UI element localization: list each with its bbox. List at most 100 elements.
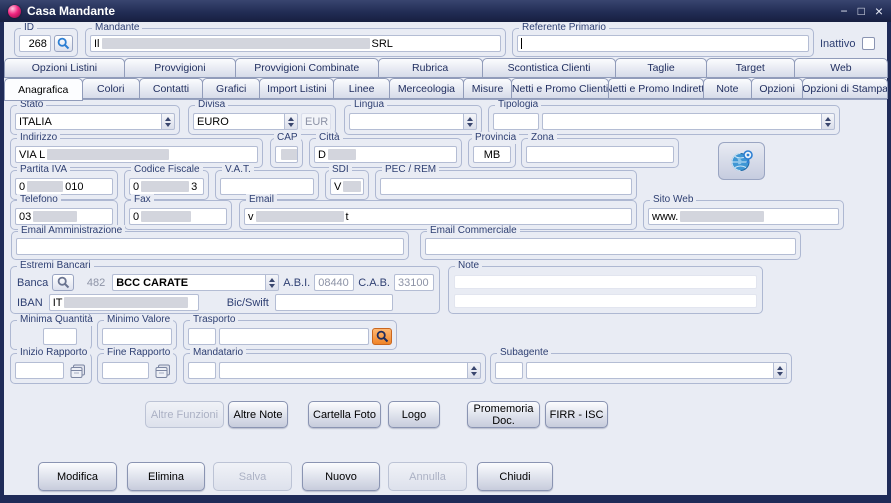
provincia-group: Provincia MB xyxy=(468,138,516,168)
nuovo-button[interactable]: Nuovo xyxy=(302,462,380,491)
fine-rapporto-input[interactable] xyxy=(102,362,149,379)
mandatario-label: Mandatario xyxy=(190,347,246,359)
tab-netti-e-promo-indiretti[interactable]: Netti e Promo Indiretti xyxy=(608,78,704,99)
annulla-button[interactable]: Annulla xyxy=(388,462,467,491)
tab-netti-e-promo-clienti[interactable]: Netti e Promo Clienti xyxy=(511,78,609,99)
citta-input[interactable]: D xyxy=(314,146,457,163)
tab-scontistica-clienti[interactable]: Scontistica Clienti xyxy=(482,58,617,78)
lingua-select[interactable] xyxy=(349,113,477,130)
map-button[interactable] xyxy=(718,142,765,180)
spinner-icon[interactable] xyxy=(773,362,787,379)
close-icon[interactable]: × xyxy=(875,5,883,17)
spinner-icon[interactable] xyxy=(821,113,835,130)
tab-rubrica[interactable]: Rubrica xyxy=(378,58,483,78)
minimo-valore-input[interactable] xyxy=(102,328,172,345)
calendar-icon xyxy=(70,364,85,378)
tab-misure[interactable]: Misure xyxy=(463,78,512,99)
subagente-select[interactable] xyxy=(526,362,787,379)
salva-button[interactable]: Salva xyxy=(213,462,292,491)
tab-taglie[interactable]: Taglie xyxy=(615,58,706,78)
tab-colori[interactable]: Colori xyxy=(82,78,140,99)
spinner-icon[interactable] xyxy=(265,274,279,291)
promemoria-doc-button[interactable]: Promemoria Doc. xyxy=(467,401,540,428)
tab-linee[interactable]: Linee xyxy=(333,78,390,99)
email-amministrazione-input[interactable] xyxy=(16,238,404,255)
email-input[interactable]: v t xyxy=(244,208,632,225)
vat-input[interactable] xyxy=(220,178,314,195)
iban-input[interactable]: IT xyxy=(49,294,199,311)
bic-swift-input[interactable] xyxy=(275,294,393,311)
stato-select[interactable]: ITALIA xyxy=(15,113,175,130)
email-commerciale-input[interactable] xyxy=(425,238,796,255)
trasporto-input[interactable] xyxy=(219,328,369,345)
tab-contatti[interactable]: Contatti xyxy=(139,78,203,99)
tab-opzioni-listini[interactable]: Opzioni Listini xyxy=(4,58,125,78)
tab-merceologia[interactable]: Merceologia xyxy=(389,78,464,99)
spinner-icon[interactable] xyxy=(161,113,175,130)
altre-funzioni-button[interactable]: Altre Funzioni xyxy=(145,401,224,428)
banca-select[interactable]: BCC CARATE xyxy=(112,274,279,291)
tab-opzioni[interactable]: Opzioni xyxy=(751,78,803,99)
tab-target[interactable]: Target xyxy=(706,58,795,78)
subagente-code-input[interactable] xyxy=(495,362,523,379)
tab-web[interactable]: Web xyxy=(794,58,888,78)
firr-isc-button[interactable]: FIRR - ISC xyxy=(545,401,608,428)
fax-input[interactable]: 0 xyxy=(129,208,227,225)
tab-note[interactable]: Note xyxy=(703,78,752,99)
altre-note-button[interactable]: Altre Note xyxy=(228,401,288,428)
note-textarea[interactable] xyxy=(454,275,757,289)
zona-input[interactable] xyxy=(526,146,674,163)
modifica-button[interactable]: Modifica xyxy=(38,462,117,491)
tab-anagrafica[interactable]: Anagrafica xyxy=(4,78,83,101)
sdi-input[interactable]: V 9 xyxy=(330,178,364,195)
email-suffix: t xyxy=(346,211,349,223)
trasporto-search-button[interactable] xyxy=(372,328,392,345)
provincia-input[interactable]: MB xyxy=(473,146,511,163)
note-textarea-row[interactable] xyxy=(454,294,757,308)
tab-opzioni-di-stampa[interactable]: Opzioni di Stampa xyxy=(802,78,888,99)
spinner-icon[interactable] xyxy=(284,113,298,130)
spinner-icon[interactable] xyxy=(463,113,477,130)
cartella-foto-button[interactable]: Cartella Foto xyxy=(308,401,381,428)
tab-provvigioni[interactable]: Provvigioni xyxy=(124,58,236,78)
mandatario-select[interactable] xyxy=(219,362,481,379)
inizio-rapporto-calendar-button[interactable] xyxy=(67,362,87,379)
divisa-select[interactable]: EURO xyxy=(193,113,298,130)
minima-quantita-input[interactable] xyxy=(43,328,77,345)
fine-rapporto-calendar-button[interactable] xyxy=(152,362,172,379)
pec-input[interactable] xyxy=(380,178,632,195)
tipologia-select[interactable] xyxy=(542,113,835,130)
banca-search-button[interactable] xyxy=(52,274,74,291)
maximize-icon[interactable]: □ xyxy=(858,5,865,17)
cap-input[interactable] xyxy=(275,146,298,163)
codice-fiscale-input[interactable]: 0 3 xyxy=(129,178,204,195)
partita-iva-input[interactable]: 0 010 xyxy=(15,178,113,195)
cab-input[interactable]: 33100 xyxy=(394,274,434,291)
spinner-icon[interactable] xyxy=(467,362,481,379)
email-label: Email xyxy=(246,194,277,206)
logo-button[interactable]: Logo xyxy=(388,401,440,428)
id-group: ID 268 xyxy=(14,28,78,57)
abi-input[interactable]: 08440 xyxy=(314,274,354,291)
redaction-block xyxy=(281,149,298,160)
chiudi-button[interactable]: Chiudi xyxy=(477,462,553,491)
minimize-icon[interactable]: − xyxy=(841,5,848,17)
telefono-input[interactable]: 03 xyxy=(15,208,113,225)
sito-web-input[interactable]: www. xyxy=(648,208,839,225)
tipologia-code-input[interactable] xyxy=(493,113,539,130)
id-search-button[interactable] xyxy=(54,35,73,52)
elimina-button[interactable]: Elimina xyxy=(127,462,205,491)
referente-primario-input[interactable] xyxy=(517,35,809,52)
tab-provvigioni-combinate[interactable]: Provvigioni Combinate xyxy=(235,58,379,78)
telefono-value: 03 xyxy=(19,211,31,223)
title-bar: Casa Mandante − □ × xyxy=(0,0,891,22)
id-input[interactable]: 268 xyxy=(19,35,51,52)
mandatario-code-input[interactable] xyxy=(188,362,216,379)
inizio-rapporto-input[interactable] xyxy=(15,362,64,379)
trasporto-code-input[interactable] xyxy=(188,328,216,345)
tab-import-listini[interactable]: Import Listini xyxy=(259,78,334,99)
tab-grafici[interactable]: Grafici xyxy=(202,78,260,99)
inattivo-checkbox[interactable] xyxy=(862,37,875,50)
indirizzo-input[interactable]: VIA L xyxy=(15,146,258,163)
mandante-input[interactable]: Il SRL xyxy=(90,35,501,52)
